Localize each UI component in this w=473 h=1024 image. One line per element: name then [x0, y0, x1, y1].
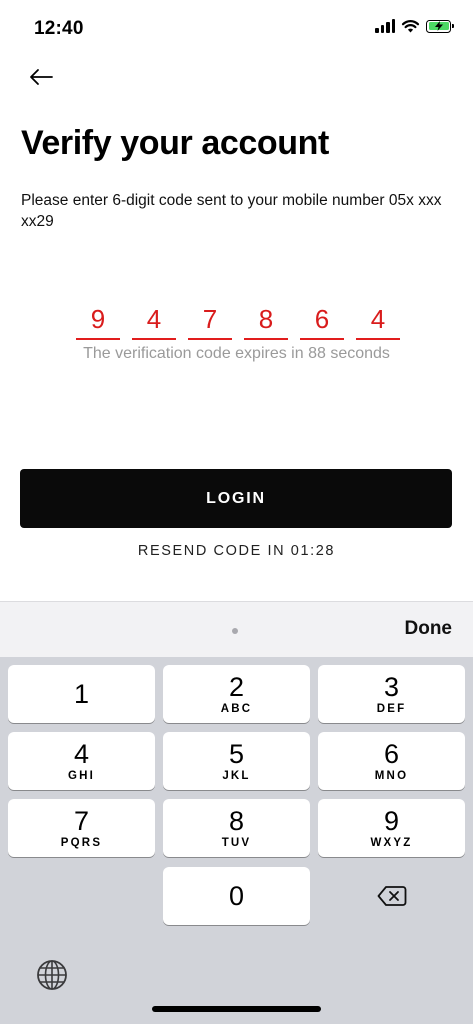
key-digit: 5 — [228, 739, 245, 769]
otp-digit-3[interactable]: 7 — [188, 303, 232, 340]
resend-code-link[interactable]: RESEND CODE IN 01:28 — [0, 543, 473, 559]
back-button[interactable] — [24, 62, 58, 92]
login-button[interactable]: LOGIN — [20, 469, 452, 528]
backspace-icon — [377, 886, 406, 906]
key-6[interactable]: 6 MNO — [318, 732, 465, 790]
key-9[interactable]: 9 WXYZ — [318, 799, 465, 857]
status-icons — [375, 19, 454, 33]
key-digit: 1 — [73, 679, 90, 709]
key-4[interactable]: 4 GHI — [8, 732, 155, 790]
key-digit: 0 — [228, 881, 245, 911]
home-indicator — [152, 1006, 321, 1012]
globe-key[interactable] — [30, 953, 74, 997]
otp-expiry-text: The verification code expires in 88 seco… — [83, 345, 390, 362]
key-digit: 6 — [383, 739, 400, 769]
otp-digit-2[interactable]: 4 — [132, 303, 176, 340]
cellular-signal-icon — [375, 19, 395, 33]
key-3[interactable]: 3 DEF — [318, 665, 465, 723]
key-8[interactable]: 8 TUV — [163, 799, 310, 857]
status-bar: 12:40 — [0, 0, 473, 56]
key-letters: PQRS — [60, 837, 103, 849]
otp-digit-6[interactable]: 4 — [356, 303, 400, 340]
wifi-icon — [401, 20, 420, 33]
key-letters: WXYZ — [370, 837, 413, 849]
key-5[interactable]: 5 JKL — [163, 732, 310, 790]
delete-key[interactable] — [318, 867, 465, 925]
key-7[interactable]: 7 PQRS — [8, 799, 155, 857]
otp-digit-1[interactable]: 9 — [76, 303, 120, 340]
key-letters: ABC — [220, 703, 253, 715]
toolbar-dot — [232, 628, 238, 634]
key-digit: 3 — [383, 672, 400, 702]
key-2[interactable]: 2 ABC — [163, 665, 310, 723]
key-1[interactable]: 1 — [8, 665, 155, 723]
key-digit: 4 — [73, 739, 90, 769]
globe-icon — [37, 960, 67, 990]
key-digit: 9 — [383, 806, 400, 836]
arrow-left-icon — [30, 69, 53, 85]
otp-input-group[interactable]: 9 4 7 8 6 4 — [76, 303, 400, 340]
key-digit: 2 — [228, 672, 245, 702]
otp-digit-4[interactable]: 8 — [244, 303, 288, 340]
numeric-keyboard: 1 2 ABC 3 DEF 4 GHI 5 JKL 6 MNO 7 PQRS 8… — [0, 657, 473, 1024]
status-time: 12:40 — [34, 18, 84, 39]
key-0[interactable]: 0 — [163, 867, 310, 925]
key-digit: 7 — [73, 806, 90, 836]
key-digit: 8 — [228, 806, 245, 836]
key-letters: DEF — [376, 703, 407, 715]
keyboard-toolbar: Done — [0, 601, 473, 657]
page-title: Verify your account — [21, 124, 329, 162]
done-button[interactable]: Done — [405, 618, 453, 640]
key-letters: MNO — [374, 770, 409, 782]
key-letters: GHI — [67, 770, 96, 782]
key-letters: TUV — [221, 837, 252, 849]
key-letters: JKL — [222, 770, 251, 782]
battery-charging-icon — [426, 19, 454, 33]
otp-digit-5[interactable]: 6 — [300, 303, 344, 340]
page-subtitle: Please enter 6-digit code sent to your m… — [21, 192, 442, 230]
